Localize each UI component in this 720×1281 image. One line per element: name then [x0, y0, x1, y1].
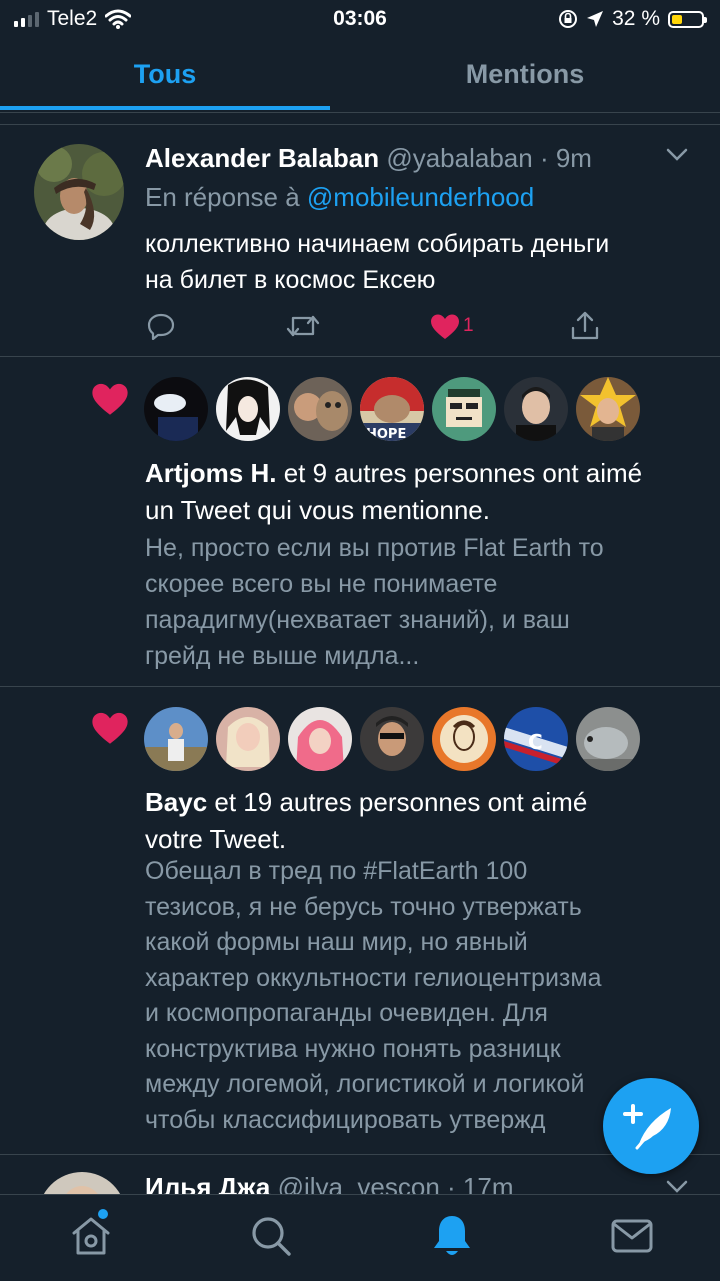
avatar[interactable]	[288, 707, 352, 771]
tweet-text: коллективно начинаем собирать деньги на …	[145, 226, 700, 298]
avatar[interactable]	[144, 707, 208, 771]
notification-action: votre Tweet.	[145, 824, 287, 854]
notification-text: Bayc et 19 autres personnes ont aimé vot…	[145, 784, 700, 858]
tweet-preview[interactable]: Не, просто если вы против Flat Earth то …	[145, 530, 700, 674]
preview-line: грейд не выше мидла...	[145, 642, 420, 670]
bottom-tab-bar	[0, 1194, 720, 1281]
preview-line: какой формы наш мир, но явный	[145, 928, 528, 956]
notification-text: Artjoms H. et 9 autres personnes ont aim…	[145, 455, 700, 529]
preview-line: тезисов, я не берусь точно утвержать	[145, 892, 582, 921]
battery-icon	[668, 10, 707, 28]
reply-mention-link[interactable]: @mobileunderhood	[307, 182, 534, 212]
preview-line: Обещал в тред по #FlatEarth 100	[145, 857, 528, 885]
battery-percent: 32 %	[612, 7, 660, 30]
status-bar: Tele2 03:06 32 %	[0, 0, 720, 38]
notification-action: et 9 autres personnes ont aimé	[283, 458, 643, 488]
notification-tabs: Tous Mentions	[0, 38, 720, 113]
heart-icon	[92, 383, 128, 415]
divider	[0, 356, 720, 357]
compose-tweet-button[interactable]	[603, 1078, 699, 1174]
reply-icon[interactable]	[147, 312, 175, 340]
avatar[interactable]	[576, 707, 640, 771]
chevron-down-icon[interactable]	[666, 148, 688, 162]
heart-icon[interactable]	[430, 313, 460, 340]
preview-line: Не, просто если вы против Flat Earth то	[145, 534, 604, 562]
tab-mentions[interactable]: Mentions	[360, 38, 690, 110]
location-arrow-icon	[587, 11, 604, 27]
avatar[interactable]	[144, 377, 208, 441]
reply-prefix: En réponse à	[145, 182, 300, 212]
chevron-down-icon[interactable]	[666, 1180, 688, 1194]
reply-context: En réponse à @mobileunderhood	[145, 182, 534, 213]
share-icon[interactable]	[570, 311, 600, 341]
tweet-text-line: на билет в космос Ексею	[145, 266, 436, 294]
avatar[interactable]: C	[504, 707, 568, 771]
tweet-timestamp: · 9m	[539, 143, 592, 173]
divider	[0, 686, 720, 687]
avatar[interactable]	[34, 144, 124, 240]
bell-icon[interactable]	[427, 1211, 477, 1261]
active-tab-indicator	[0, 106, 330, 110]
avatar[interactable]: HOPE	[360, 377, 424, 441]
preview-line: парадигму(нехватает знаний), и ваш	[145, 606, 570, 634]
actor-name[interactable]: Artjoms H.	[145, 458, 276, 488]
avatar[interactable]	[288, 377, 352, 441]
tweet-header: Alexander Balaban @yabalaban · 9m	[145, 143, 592, 174]
preview-line: конструктива нужно понять разницк	[145, 1034, 561, 1063]
preview-line: скорее всего вы не понимаете	[145, 570, 498, 598]
notification-action: un Tweet qui vous mentionne.	[145, 495, 490, 525]
like-count: 1	[463, 315, 474, 336]
preview-line: и космопропаганды очевиден. Для	[145, 999, 548, 1027]
avatar[interactable]	[432, 707, 496, 771]
retweet-icon[interactable]	[286, 313, 320, 339]
tweet-text-line: коллективно начинаем собирать деньги	[145, 230, 610, 258]
compose-feather-icon	[623, 1104, 671, 1150]
rotation-lock-icon	[559, 10, 578, 28]
notification-action: et 19 autres personnes ont aimé	[214, 787, 588, 817]
avatar[interactable]	[216, 377, 280, 441]
avatar[interactable]	[360, 707, 424, 771]
home-icon[interactable]	[66, 1211, 116, 1261]
divider	[0, 124, 720, 125]
search-icon[interactable]	[246, 1211, 296, 1261]
avatar[interactable]	[216, 707, 280, 771]
liker-avatars: HOPE	[144, 377, 640, 441]
svg-text:C: C	[528, 730, 543, 754]
avatar[interactable]	[576, 377, 640, 441]
preview-line: характер оккультности гелиоцентризма	[145, 963, 602, 992]
user-handle[interactable]: @yabalaban	[386, 143, 532, 173]
svg-text:HOPE: HOPE	[366, 427, 406, 441]
heart-icon	[92, 712, 128, 744]
tab-all[interactable]: Tous	[0, 38, 330, 110]
mail-icon[interactable]	[607, 1211, 657, 1261]
liker-avatars: C	[144, 707, 640, 771]
avatar[interactable]	[432, 377, 496, 441]
actor-name[interactable]: Bayc	[145, 787, 207, 817]
unread-dot	[98, 1209, 108, 1219]
user-display-name[interactable]: Alexander Balaban	[145, 143, 379, 173]
avatar[interactable]	[504, 377, 568, 441]
